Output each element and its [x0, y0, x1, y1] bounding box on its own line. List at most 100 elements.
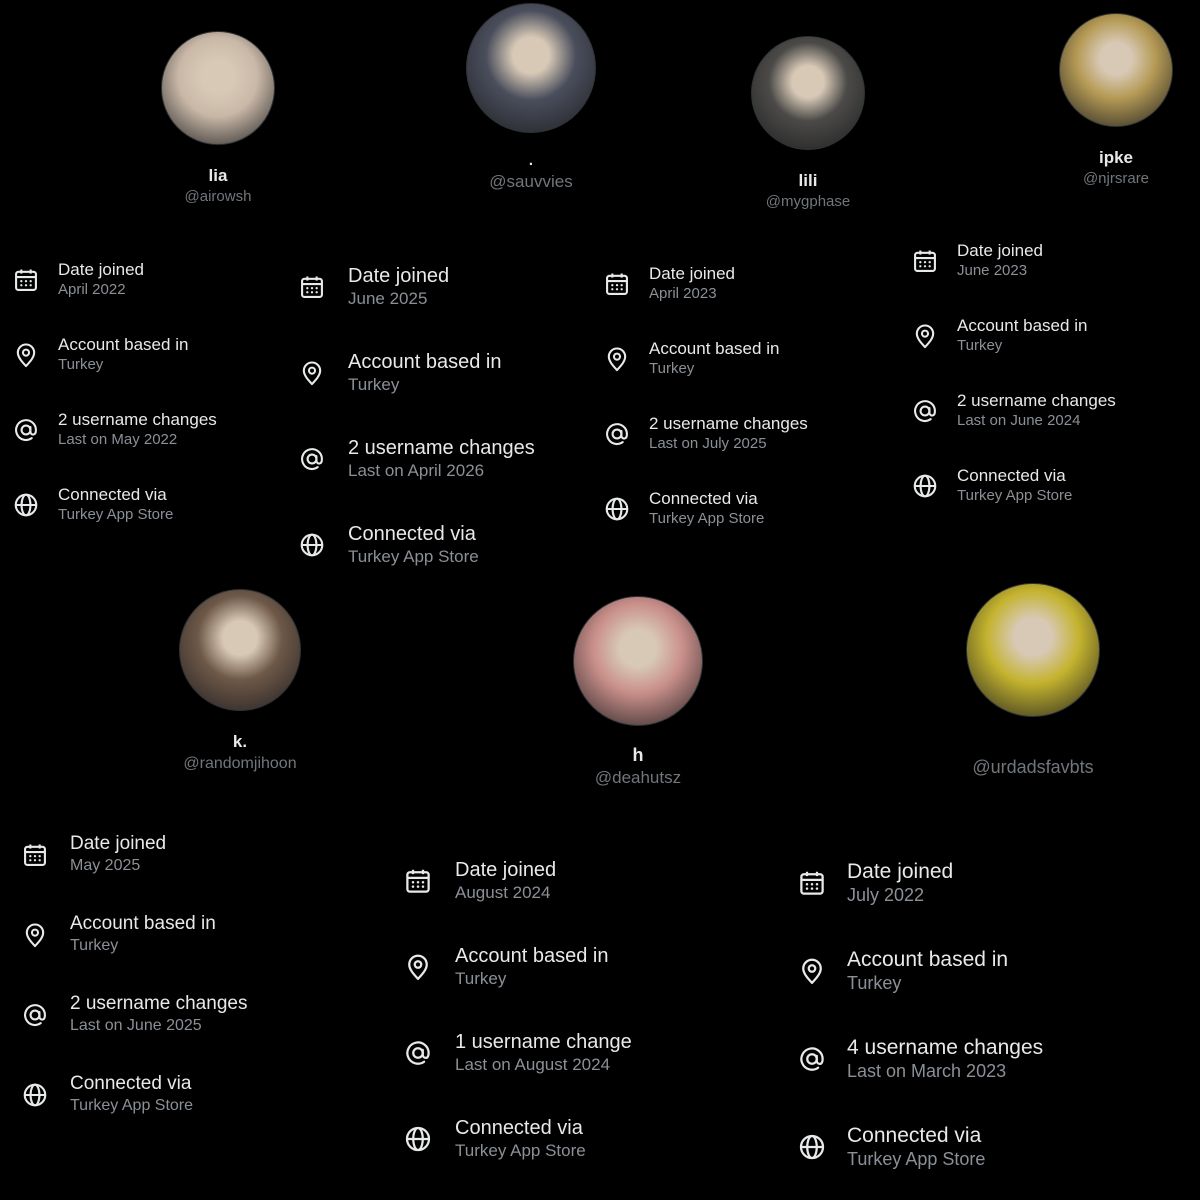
- profile-card-1[interactable]: lia @airowsh: [88, 31, 348, 206]
- date-joined-row: Date joined July 2022: [797, 859, 953, 908]
- info-label: 2 username changes: [957, 391, 1116, 410]
- profile-card-7[interactable]: @urdadsfavbts: [903, 583, 1163, 779]
- connected-via-row: Connected via Turkey App Store: [298, 522, 479, 568]
- avatar[interactable]: [751, 36, 865, 150]
- account-location-row: Account based in Turkey: [298, 350, 501, 396]
- info-value: Turkey: [957, 337, 1003, 355]
- account-location-row: Account based in Turkey: [911, 316, 1087, 356]
- profile-card-3[interactable]: lili @mygphase: [678, 36, 938, 211]
- location-pin-icon: [298, 359, 326, 387]
- username-handle[interactable]: @sauvvies: [401, 172, 661, 192]
- display-name: ipke: [1098, 148, 1134, 167]
- username-handle[interactable]: @mygphase: [678, 193, 938, 211]
- info-value: Turkey: [70, 936, 119, 954]
- username-handle[interactable]: @urdadsfavbts: [903, 757, 1163, 779]
- info-value: Turkey App Store: [70, 1096, 194, 1114]
- profile-card-5[interactable]: k. @randomjihoon: [110, 589, 370, 773]
- info-value: Turkey: [847, 973, 902, 994]
- date-joined-row: Date joined April 2022: [12, 260, 144, 300]
- globe-icon: [21, 1081, 49, 1109]
- info-label: Connected via: [455, 1117, 583, 1139]
- username-changes-row: 2 username changes Last on June 2025: [21, 993, 247, 1037]
- date-joined-row: Date joined June 2025: [298, 264, 449, 310]
- username-changes-row: 2 username changes Last on June 2024: [911, 391, 1116, 431]
- avatar[interactable]: [466, 3, 596, 133]
- at-sign-icon: [603, 420, 631, 448]
- username-changes-row: 2 username changes Last on May 2022: [12, 410, 217, 450]
- account-location-row: Account based in Turkey: [797, 947, 1008, 996]
- profile-card-2[interactable]: . @sauvvies: [401, 3, 661, 192]
- info-value: July 2022: [847, 885, 925, 906]
- info-value: Turkey: [58, 356, 104, 374]
- display-name: k.: [232, 732, 248, 751]
- location-pin-icon: [603, 345, 631, 373]
- info-label: 2 username changes: [649, 414, 808, 433]
- username-handle[interactable]: @randomjihoon: [110, 754, 370, 773]
- username-handle[interactable]: @njrsrare: [986, 170, 1200, 188]
- info-value: April 2023: [649, 285, 717, 303]
- info-label: 2 username changes: [70, 993, 248, 1014]
- profile-card-6[interactable]: h @deahutsz: [508, 596, 768, 788]
- info-label: Date joined: [847, 860, 954, 883]
- globe-icon: [298, 531, 326, 559]
- display-name: .: [528, 152, 534, 169]
- globe-icon: [12, 491, 40, 519]
- info-label: Connected via: [58, 485, 167, 504]
- info-value: Turkey App Store: [957, 487, 1073, 505]
- info-value: Last on March 2023: [847, 1061, 1007, 1082]
- info-value: June 2023: [957, 262, 1028, 280]
- location-pin-icon: [12, 341, 40, 369]
- info-value: Turkey App Store: [847, 1149, 986, 1170]
- at-sign-icon: [403, 1038, 433, 1068]
- info-value: May 2025: [70, 856, 141, 874]
- info-label: Account based in: [455, 945, 609, 967]
- info-value: Turkey: [348, 375, 400, 394]
- username-changes-row: 4 username changes Last on March 2023: [797, 1035, 1043, 1084]
- avatar[interactable]: [161, 31, 275, 145]
- info-label: Date joined: [348, 265, 450, 287]
- username-changes-row: 2 username changes Last on July 2025: [603, 414, 808, 454]
- info-label: Account based in: [847, 948, 1009, 971]
- account-location-row: Account based in Turkey: [21, 913, 216, 957]
- at-sign-icon: [298, 445, 326, 473]
- display-name: lili: [798, 171, 818, 190]
- connected-via-row: Connected via Turkey App Store: [21, 1073, 193, 1117]
- info-label: Connected via: [957, 466, 1066, 485]
- username-handle[interactable]: @airowsh: [88, 188, 348, 206]
- info-value: Last on June 2024: [957, 412, 1081, 430]
- avatar[interactable]: [1059, 13, 1173, 127]
- profile-card-4[interactable]: ipke @njrsrare: [986, 13, 1200, 188]
- calendar-icon: [797, 868, 827, 898]
- calendar-icon: [603, 270, 631, 298]
- info-label: Date joined: [957, 241, 1044, 260]
- avatar[interactable]: [179, 589, 301, 711]
- avatar[interactable]: [573, 596, 703, 726]
- account-location-row: Account based in Turkey: [12, 335, 188, 375]
- info-value: Turkey App Store: [58, 506, 174, 524]
- globe-icon: [911, 472, 939, 500]
- display-name: lia: [208, 166, 228, 185]
- at-sign-icon: [911, 397, 939, 425]
- info-label: Connected via: [847, 1124, 982, 1147]
- calendar-icon: [21, 841, 49, 869]
- date-joined-row: Date joined May 2025: [21, 833, 166, 877]
- location-pin-icon: [797, 956, 827, 986]
- info-label: Date joined: [58, 260, 145, 279]
- username-changes-row: 2 username changes Last on April 2026: [298, 436, 535, 482]
- info-label: Account based in: [348, 351, 502, 373]
- connected-via-row: Connected via Turkey App Store: [911, 466, 1072, 506]
- username-handle[interactable]: @deahutsz: [508, 768, 768, 788]
- globe-icon: [797, 1132, 827, 1162]
- date-joined-row: Date joined August 2024: [403, 858, 556, 904]
- avatar[interactable]: [966, 583, 1100, 717]
- info-label: Account based in: [58, 335, 189, 354]
- connected-via-row: Connected via Turkey App Store: [12, 485, 173, 525]
- account-location-row: Account based in Turkey: [603, 339, 779, 379]
- location-pin-icon: [403, 952, 433, 982]
- info-label: Date joined: [649, 264, 736, 283]
- username-changes-row: 1 username change Last on August 2024: [403, 1030, 632, 1076]
- display-name: [903, 737, 1163, 755]
- info-label: 2 username changes: [58, 410, 217, 429]
- info-value: Last on July 2025: [649, 435, 767, 453]
- account-location-row: Account based in Turkey: [403, 944, 608, 990]
